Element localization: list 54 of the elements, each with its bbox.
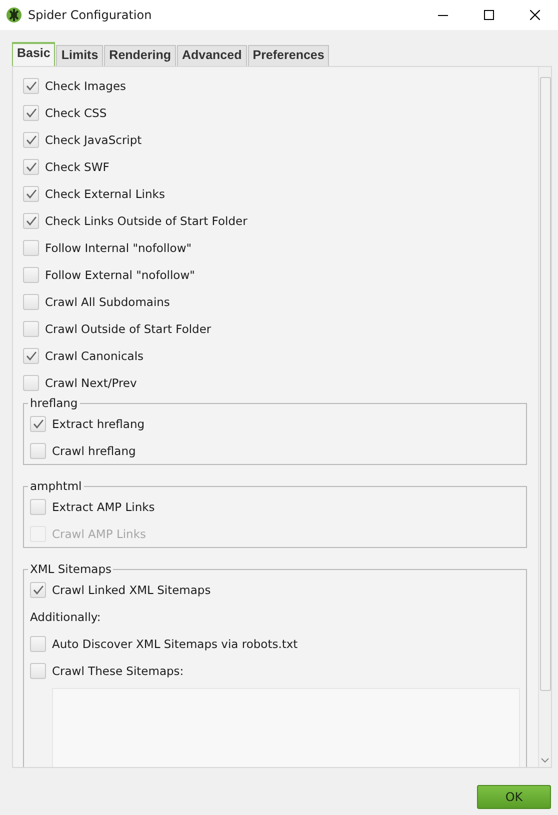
- tab[interactable]: Rendering: [104, 45, 176, 66]
- checkbox-label: Check JavaScript: [45, 132, 142, 146]
- checkbox-label: Check External Links: [45, 186, 165, 200]
- checkbox-label: Crawl Canonicals: [45, 348, 144, 362]
- checkbox[interactable]: [23, 240, 39, 256]
- checkbox[interactable]: [23, 186, 39, 202]
- section-label: Additionally:: [30, 610, 101, 624]
- checkbox-label: Check SWF: [45, 160, 110, 174]
- checkbox-label: Extract AMP Links: [52, 500, 155, 514]
- checkbox-label: Crawl Outside of Start Folder: [45, 322, 212, 336]
- group-title: XML Sitemaps: [29, 562, 112, 576]
- checkbox-label: Crawl Next/Prev: [45, 376, 137, 390]
- checkbox-label: Crawl All Subdomains: [45, 294, 170, 308]
- checkbox-label: Crawl Linked XML Sitemaps: [52, 582, 211, 596]
- checkbox-label: Check Images: [45, 78, 126, 92]
- checkbox[interactable]: [23, 374, 39, 390]
- checkbox[interactable]: [30, 498, 46, 514]
- checkbox[interactable]: [30, 662, 46, 678]
- checkbox-label: Extract hreflang: [52, 416, 145, 430]
- window-title: Spider Configuration: [28, 8, 153, 22]
- minimize-icon[interactable]: [438, 14, 448, 16]
- checkbox[interactable]: [23, 320, 39, 336]
- checkbox-label: Crawl These Sitemaps:: [52, 664, 184, 678]
- checkbox[interactable]: [30, 636, 46, 652]
- checkbox[interactable]: [23, 212, 39, 228]
- close-icon[interactable]: [530, 10, 540, 20]
- checkbox-label: Crawl hreflang: [52, 444, 136, 458]
- checkbox-label: Follow Internal "nofollow": [45, 240, 192, 254]
- checkbox[interactable]: [23, 104, 39, 120]
- checkbox-label: Check CSS: [45, 106, 107, 120]
- checkbox[interactable]: [23, 132, 39, 148]
- group-title: amphtml: [29, 479, 83, 493]
- spider-icon: [6, 7, 22, 23]
- tab[interactable]: Basic: [12, 42, 56, 66]
- tab[interactable]: Preferences: [248, 45, 330, 66]
- ok-button[interactable]: OK: [477, 785, 551, 809]
- checkbox[interactable]: [23, 348, 39, 364]
- checkbox[interactable]: [23, 294, 39, 310]
- checkbox[interactable]: [30, 442, 46, 458]
- scroll-down-icon[interactable]: [541, 758, 549, 763]
- checkbox[interactable]: [23, 266, 39, 282]
- checkbox[interactable]: [30, 582, 46, 598]
- checkbox[interactable]: [30, 416, 46, 432]
- group-title: hreflang: [29, 396, 79, 410]
- maximize-icon[interactable]: [484, 10, 494, 20]
- checkbox-label: Check Links Outside of Start Folder: [45, 214, 248, 228]
- tab[interactable]: Limits: [56, 45, 104, 66]
- scrollbar-thumb[interactable]: [540, 77, 550, 691]
- checkbox-label: Follow External "nofollow": [45, 268, 195, 282]
- tab[interactable]: Advanced: [176, 45, 247, 66]
- checkbox-label: Crawl AMP Links: [52, 526, 146, 540]
- checkbox[interactable]: [23, 158, 39, 174]
- checkbox-label: Auto Discover XML Sitemaps via robots.txt: [52, 636, 298, 650]
- checkbox[interactable]: [23, 78, 39, 94]
